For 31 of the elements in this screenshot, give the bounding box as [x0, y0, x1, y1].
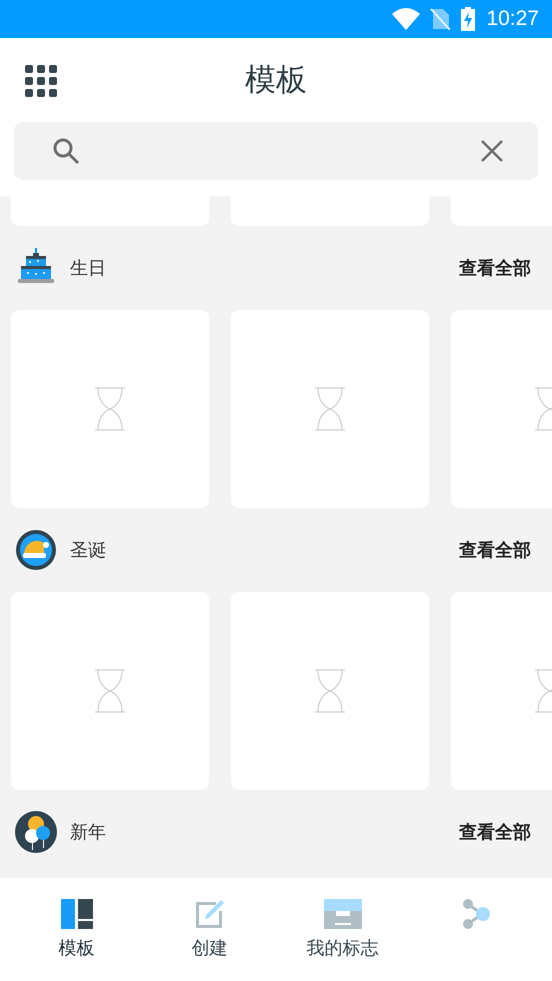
no-sim-icon — [430, 8, 450, 30]
layout-icon — [60, 899, 92, 929]
search-icon — [52, 137, 80, 165]
section-title: 圣诞 — [70, 539, 107, 562]
section-title: 生日 — [70, 257, 107, 280]
view-all-link[interactable]: 查看全部 — [459, 256, 531, 280]
view-all-link[interactable]: 查看全部 — [459, 538, 531, 562]
clear-icon[interactable] — [480, 139, 504, 163]
wifi-icon — [392, 8, 420, 30]
status-time: 10:27 — [486, 7, 539, 31]
nav-tab[interactable]: 我的标志 — [276, 878, 409, 981]
balloons-icon — [14, 810, 58, 854]
tray-icon — [324, 899, 362, 929]
edit-icon — [194, 899, 226, 929]
template-card[interactable] — [231, 310, 429, 508]
section-title: 新年 — [70, 821, 107, 844]
hourglass-icon — [94, 669, 126, 713]
template-card[interactable] — [231, 592, 429, 790]
apps-menu-button[interactable] — [25, 65, 57, 97]
santa-hat-icon — [14, 528, 58, 572]
hourglass-icon — [314, 669, 346, 713]
page-title: 模板 — [245, 61, 307, 100]
nav-tab[interactable]: 创建 — [143, 878, 276, 981]
hourglass-icon — [94, 387, 126, 431]
template-card[interactable] — [11, 592, 209, 790]
search-field[interactable] — [14, 122, 538, 180]
nav-tab[interactable]: 模板 — [10, 878, 143, 981]
template-card[interactable] — [11, 310, 209, 508]
battery-charging-icon — [460, 7, 476, 31]
hourglass-icon — [314, 387, 346, 431]
view-all-link[interactable]: 查看全部 — [459, 820, 531, 844]
